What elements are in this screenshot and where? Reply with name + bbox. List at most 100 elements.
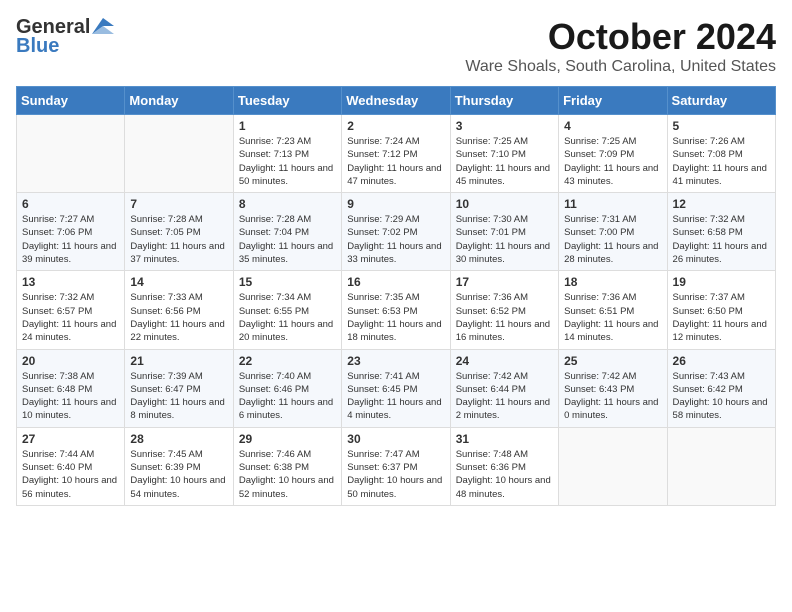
day-info: Sunrise: 7:36 AM Sunset: 6:52 PM Dayligh… — [456, 291, 553, 344]
calendar-cell: 11 Sunrise: 7:31 AM Sunset: 7:00 PM Dayli… — [559, 193, 667, 271]
page-header: General Blue October 2024 Ware Shoals, S… — [16, 16, 776, 76]
calendar-cell: 30 Sunrise: 7:47 AM Sunset: 6:37 PM Dayli… — [342, 427, 450, 505]
weekday-header-tuesday: Tuesday — [233, 87, 341, 115]
calendar-cell: 3 Sunrise: 7:25 AM Sunset: 7:10 PM Daylig… — [450, 115, 558, 193]
day-info: Sunrise: 7:43 AM Sunset: 6:42 PM Dayligh… — [673, 370, 770, 423]
day-number: 10 — [456, 197, 553, 211]
day-info: Sunrise: 7:29 AM Sunset: 7:02 PM Dayligh… — [347, 213, 444, 266]
weekday-header-friday: Friday — [559, 87, 667, 115]
day-info: Sunrise: 7:42 AM Sunset: 6:44 PM Dayligh… — [456, 370, 553, 423]
day-info: Sunrise: 7:27 AM Sunset: 7:06 PM Dayligh… — [22, 213, 119, 266]
calendar-cell — [125, 115, 233, 193]
weekday-header-saturday: Saturday — [667, 87, 775, 115]
calendar-week-row: 20 Sunrise: 7:38 AM Sunset: 6:48 PM Dayli… — [17, 349, 776, 427]
day-number: 22 — [239, 354, 336, 368]
day-info: Sunrise: 7:33 AM Sunset: 6:56 PM Dayligh… — [130, 291, 227, 344]
day-number: 19 — [673, 275, 770, 289]
day-info: Sunrise: 7:44 AM Sunset: 6:40 PM Dayligh… — [22, 448, 119, 501]
day-number: 3 — [456, 119, 553, 133]
day-number: 9 — [347, 197, 444, 211]
day-info: Sunrise: 7:30 AM Sunset: 7:01 PM Dayligh… — [456, 213, 553, 266]
day-info: Sunrise: 7:23 AM Sunset: 7:13 PM Dayligh… — [239, 135, 336, 188]
calendar-header-row: SundayMondayTuesdayWednesdayThursdayFrid… — [17, 87, 776, 115]
calendar-cell: 5 Sunrise: 7:26 AM Sunset: 7:08 PM Daylig… — [667, 115, 775, 193]
calendar-cell: 10 Sunrise: 7:30 AM Sunset: 7:01 PM Dayli… — [450, 193, 558, 271]
calendar-cell: 6 Sunrise: 7:27 AM Sunset: 7:06 PM Daylig… — [17, 193, 125, 271]
day-number: 7 — [130, 197, 227, 211]
weekday-header-wednesday: Wednesday — [342, 87, 450, 115]
day-number: 20 — [22, 354, 119, 368]
day-number: 27 — [22, 432, 119, 446]
day-number: 8 — [239, 197, 336, 211]
day-info: Sunrise: 7:36 AM Sunset: 6:51 PM Dayligh… — [564, 291, 661, 344]
day-info: Sunrise: 7:41 AM Sunset: 6:45 PM Dayligh… — [347, 370, 444, 423]
month-title: October 2024 — [465, 16, 776, 58]
calendar-week-row: 13 Sunrise: 7:32 AM Sunset: 6:57 PM Dayli… — [17, 271, 776, 349]
calendar-cell: 25Sunrise: 7:42 AM Sunset: 6:43 PM Dayli… — [559, 349, 667, 427]
day-number: 18 — [564, 275, 661, 289]
day-info: Sunrise: 7:32 AM Sunset: 6:58 PM Dayligh… — [673, 213, 770, 266]
day-info: Sunrise: 7:40 AM Sunset: 6:46 PM Dayligh… — [239, 370, 336, 423]
day-info: Sunrise: 7:34 AM Sunset: 6:55 PM Dayligh… — [239, 291, 336, 344]
day-info: Sunrise: 7:32 AM Sunset: 6:57 PM Dayligh… — [22, 291, 119, 344]
day-number: 4 — [564, 119, 661, 133]
calendar-cell: 24Sunrise: 7:42 AM Sunset: 6:44 PM Dayli… — [450, 349, 558, 427]
day-number: 21 — [130, 354, 227, 368]
calendar-cell: 18 Sunrise: 7:36 AM Sunset: 6:51 PM Dayli… — [559, 271, 667, 349]
day-info: Sunrise: 7:26 AM Sunset: 7:08 PM Dayligh… — [673, 135, 770, 188]
day-number: 2 — [347, 119, 444, 133]
day-info: Sunrise: 7:31 AM Sunset: 7:00 PM Dayligh… — [564, 213, 661, 266]
calendar-cell: 15Sunrise: 7:34 AM Sunset: 6:55 PM Dayli… — [233, 271, 341, 349]
day-number: 12 — [673, 197, 770, 211]
calendar-cell: 31Sunrise: 7:48 AM Sunset: 6:36 PM Dayli… — [450, 427, 558, 505]
day-info: Sunrise: 7:24 AM Sunset: 7:12 PM Dayligh… — [347, 135, 444, 188]
calendar-cell: 22 Sunrise: 7:40 AM Sunset: 6:46 PM Dayli… — [233, 349, 341, 427]
day-number: 26 — [673, 354, 770, 368]
day-number: 5 — [673, 119, 770, 133]
day-number: 29 — [239, 432, 336, 446]
day-number: 14 — [130, 275, 227, 289]
day-number: 13 — [22, 275, 119, 289]
calendar-cell: 13 Sunrise: 7:32 AM Sunset: 6:57 PM Dayli… — [17, 271, 125, 349]
day-info: Sunrise: 7:28 AM Sunset: 7:05 PM Dayligh… — [130, 213, 227, 266]
calendar-cell: 2 Sunrise: 7:24 AM Sunset: 7:12 PM Daylig… — [342, 115, 450, 193]
calendar-cell: 8 Sunrise: 7:28 AM Sunset: 7:04 PM Daylig… — [233, 193, 341, 271]
day-info: Sunrise: 7:28 AM Sunset: 7:04 PM Dayligh… — [239, 213, 336, 266]
day-number: 11 — [564, 197, 661, 211]
day-number: 23 — [347, 354, 444, 368]
day-number: 1 — [239, 119, 336, 133]
calendar-cell: 12 Sunrise: 7:32 AM Sunset: 6:58 PM Dayli… — [667, 193, 775, 271]
day-info: Sunrise: 7:25 AM Sunset: 7:09 PM Dayligh… — [564, 135, 661, 188]
calendar-week-row: 27 Sunrise: 7:44 AM Sunset: 6:40 PM Dayli… — [17, 427, 776, 505]
calendar-cell: 21Sunrise: 7:39 AM Sunset: 6:47 PM Dayli… — [125, 349, 233, 427]
calendar-cell: 17 Sunrise: 7:36 AM Sunset: 6:52 PM Dayli… — [450, 271, 558, 349]
calendar-cell: 28 Sunrise: 7:45 AM Sunset: 6:39 PM Dayli… — [125, 427, 233, 505]
day-number: 16 — [347, 275, 444, 289]
calendar-cell: 1 Sunrise: 7:23 AM Sunset: 7:13 PM Daylig… — [233, 115, 341, 193]
weekday-header-sunday: Sunday — [17, 87, 125, 115]
calendar-cell: 9 Sunrise: 7:29 AM Sunset: 7:02 PM Daylig… — [342, 193, 450, 271]
calendar-cell — [17, 115, 125, 193]
day-info: Sunrise: 7:48 AM Sunset: 6:36 PM Dayligh… — [456, 448, 553, 501]
day-number: 17 — [456, 275, 553, 289]
day-number: 6 — [22, 197, 119, 211]
day-info: Sunrise: 7:47 AM Sunset: 6:37 PM Dayligh… — [347, 448, 444, 501]
day-number: 30 — [347, 432, 444, 446]
calendar-table: SundayMondayTuesdayWednesdayThursdayFrid… — [16, 86, 776, 506]
day-info: Sunrise: 7:45 AM Sunset: 6:39 PM Dayligh… — [130, 448, 227, 501]
calendar-cell: 7 Sunrise: 7:28 AM Sunset: 7:05 PM Daylig… — [125, 193, 233, 271]
calendar-cell: 27 Sunrise: 7:44 AM Sunset: 6:40 PM Dayli… — [17, 427, 125, 505]
calendar-cell — [559, 427, 667, 505]
location-subtitle: Ware Shoals, South Carolina, United Stat… — [465, 58, 776, 76]
day-number: 28 — [130, 432, 227, 446]
calendar-week-row: 6 Sunrise: 7:27 AM Sunset: 7:06 PM Daylig… — [17, 193, 776, 271]
calendar-cell: 14 Sunrise: 7:33 AM Sunset: 6:56 PM Dayli… — [125, 271, 233, 349]
weekday-header-thursday: Thursday — [450, 87, 558, 115]
day-info: Sunrise: 7:42 AM Sunset: 6:43 PM Dayligh… — [564, 370, 661, 423]
weekday-header-monday: Monday — [125, 87, 233, 115]
day-info: Sunrise: 7:37 AM Sunset: 6:50 PM Dayligh… — [673, 291, 770, 344]
calendar-cell: 19 Sunrise: 7:37 AM Sunset: 6:50 PM Dayli… — [667, 271, 775, 349]
day-info: Sunrise: 7:38 AM Sunset: 6:48 PM Dayligh… — [22, 370, 119, 423]
calendar-cell: 4 Sunrise: 7:25 AM Sunset: 7:09 PM Daylig… — [559, 115, 667, 193]
day-info: Sunrise: 7:25 AM Sunset: 7:10 PM Dayligh… — [456, 135, 553, 188]
